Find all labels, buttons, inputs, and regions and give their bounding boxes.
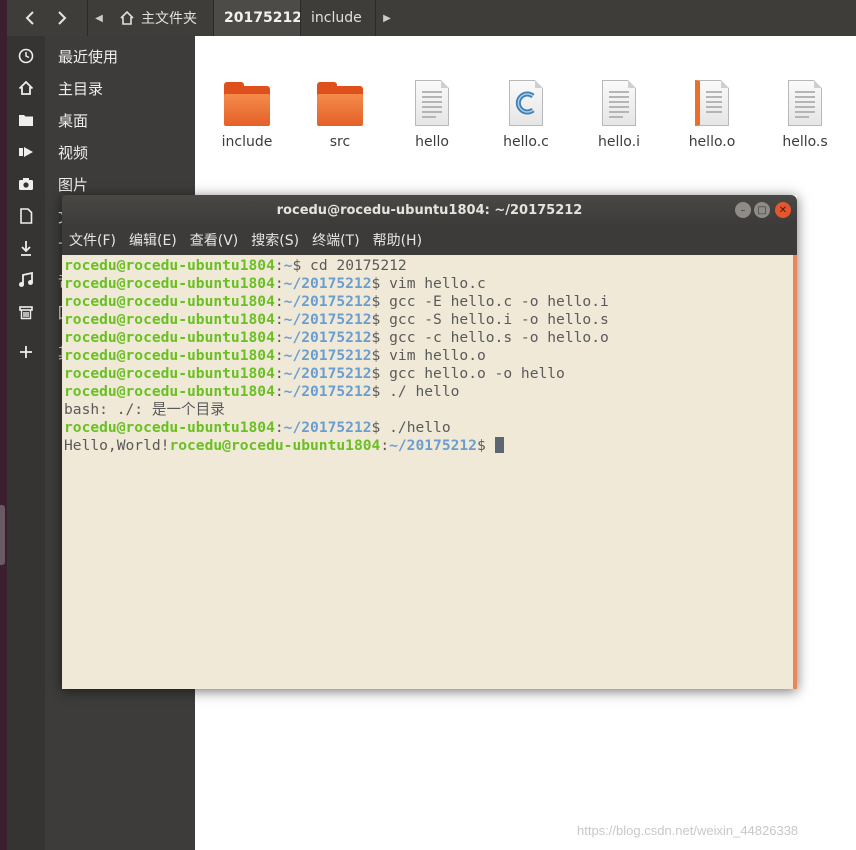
file-manager-header: ◀ 主文件夹 20175212 include ▶ xyxy=(7,0,856,36)
terminal-window: rocedu@rocedu-ubuntu1804: ~/20175212 – □… xyxy=(62,195,797,689)
terminal-line: rocedu@rocedu-ubuntu1804:~/20175212$ gcc… xyxy=(64,365,565,382)
minimize-button[interactable]: – xyxy=(735,202,751,218)
sidebar-item-label: 主目录 xyxy=(58,79,104,98)
trash-icon xyxy=(19,306,33,320)
window-title: rocedu@rocedu-ubuntu1804: ~/20175212 xyxy=(276,202,583,218)
text-file-icon xyxy=(780,80,830,130)
object-file-icon xyxy=(687,80,737,130)
divider xyxy=(375,0,376,36)
file-name: hello xyxy=(415,134,449,150)
crumb-scroll-left[interactable]: ◀ xyxy=(89,0,109,36)
terminal-line: rocedu@rocedu-ubuntu1804:~$ cd 20175212 xyxy=(64,257,407,274)
terminal-titlebar[interactable]: rocedu@rocedu-ubuntu1804: ~/20175212 xyxy=(62,195,797,225)
file-name: hello.o xyxy=(688,134,736,150)
folder-icon xyxy=(222,80,272,130)
sidebar-item-label: 桌面 xyxy=(58,111,89,130)
maximize-icon: □ xyxy=(757,204,767,216)
document-icon xyxy=(20,208,33,224)
folder-icon xyxy=(315,80,365,130)
home-icon xyxy=(120,10,134,25)
forward-button[interactable] xyxy=(47,3,77,33)
music-icon xyxy=(19,272,33,287)
terminal-line: rocedu@rocedu-ubuntu1804:~/20175212$ ./ … xyxy=(64,383,460,400)
video-icon xyxy=(19,147,33,157)
text-cursor xyxy=(494,437,504,453)
sidebar-item-label: 最近使用 xyxy=(58,47,119,66)
menu-terminal[interactable]: 终端(T) xyxy=(312,230,359,250)
menu-help[interactable]: 帮助(H) xyxy=(373,230,422,250)
terminal-line: rocedu@rocedu-ubuntu1804:~/20175212$ ./h… xyxy=(64,419,451,436)
breadcrumb-home[interactable]: 主文件夹 xyxy=(109,0,213,36)
file-item[interactable]: hello.c xyxy=(486,80,566,150)
file-item[interactable]: hello.o xyxy=(672,80,752,150)
launcher-handle[interactable] xyxy=(0,505,5,565)
terminal-menubar: 文件(F) 编辑(E) 查看(V) 搜索(S) 终端(T) 帮助(H) xyxy=(62,225,797,255)
breadcrumb-label: 主文件夹 xyxy=(141,11,197,27)
folder-icon xyxy=(19,115,33,126)
file-item[interactable]: hello.s xyxy=(765,80,845,150)
sidebar-item-home[interactable]: 主目录 xyxy=(7,72,195,104)
breadcrumb-current[interactable]: 20175212 xyxy=(214,0,302,36)
file-name: hello.c xyxy=(503,134,549,150)
unity-launcher xyxy=(0,0,7,850)
sidebar-item-recent[interactable]: 最近使用 xyxy=(7,40,195,72)
terminal-line: rocedu@rocedu-ubuntu1804:~/20175212$ gcc… xyxy=(64,329,609,346)
c-source-file-icon xyxy=(501,80,551,130)
terminal-line: rocedu@rocedu-ubuntu1804:~/20175212$ vim… xyxy=(64,275,486,292)
watermark: https://blog.csdn.net/weixin_44826338 xyxy=(577,823,799,838)
binary-file-icon xyxy=(407,80,457,130)
home-icon xyxy=(18,80,34,95)
sidebar-item-desktop[interactable]: 桌面 xyxy=(7,104,195,136)
clock-icon xyxy=(18,48,34,64)
menu-edit[interactable]: 编辑(E) xyxy=(129,230,177,250)
breadcrumb-label: 20175212 xyxy=(224,10,302,26)
back-button[interactable] xyxy=(15,3,45,33)
terminal-prompt-line: Hello,World!rocedu@rocedu-ubuntu1804:~/2… xyxy=(64,437,793,455)
terminal-error-line: bash: ./: 是一个目录 xyxy=(64,401,225,418)
text-file-icon xyxy=(594,80,644,130)
terminal-line: rocedu@rocedu-ubuntu1804:~/20175212$ vim… xyxy=(64,347,486,364)
triangle-right-icon: ▶ xyxy=(383,12,391,24)
terminal-line: rocedu@rocedu-ubuntu1804:~/20175212$ gcc… xyxy=(64,311,609,328)
close-icon: ✕ xyxy=(778,204,788,216)
terminal-scrollbar[interactable] xyxy=(793,255,797,689)
file-item[interactable]: hello xyxy=(392,80,472,150)
file-item[interactable]: include xyxy=(207,80,287,150)
sidebar-item-videos[interactable]: 视频 xyxy=(7,136,195,168)
crumb-scroll-right[interactable]: ▶ xyxy=(377,0,397,36)
file-item[interactable]: src xyxy=(300,80,380,150)
triangle-left-icon: ◀ xyxy=(95,12,103,24)
breadcrumb-label: include xyxy=(311,10,362,26)
file-name: include xyxy=(221,134,273,150)
camera-icon xyxy=(19,178,33,190)
maximize-button[interactable]: □ xyxy=(754,202,770,218)
terminal-line: rocedu@rocedu-ubuntu1804:~/20175212$ gcc… xyxy=(64,293,609,310)
download-icon xyxy=(21,241,31,256)
terminal-output[interactable]: rocedu@rocedu-ubuntu1804:~$ cd 20175212 … xyxy=(62,255,793,689)
chevron-right-icon xyxy=(58,11,67,25)
file-name: src xyxy=(329,134,351,150)
plus-icon xyxy=(20,346,32,358)
divider xyxy=(87,0,88,36)
sidebar-item-label: 视频 xyxy=(58,143,89,162)
breadcrumb-include[interactable]: include xyxy=(301,0,375,36)
file-name: hello.s xyxy=(782,134,828,150)
sidebar-item-label: 图片 xyxy=(58,175,89,194)
menu-view[interactable]: 查看(V) xyxy=(190,230,239,250)
file-item[interactable]: hello.i xyxy=(579,80,659,150)
chevron-left-icon xyxy=(25,11,34,25)
file-name: hello.i xyxy=(598,134,640,150)
close-button[interactable]: ✕ xyxy=(775,202,791,218)
minimize-icon: – xyxy=(740,204,746,216)
menu-file[interactable]: 文件(F) xyxy=(69,230,116,250)
menu-search[interactable]: 搜索(S) xyxy=(251,230,299,250)
